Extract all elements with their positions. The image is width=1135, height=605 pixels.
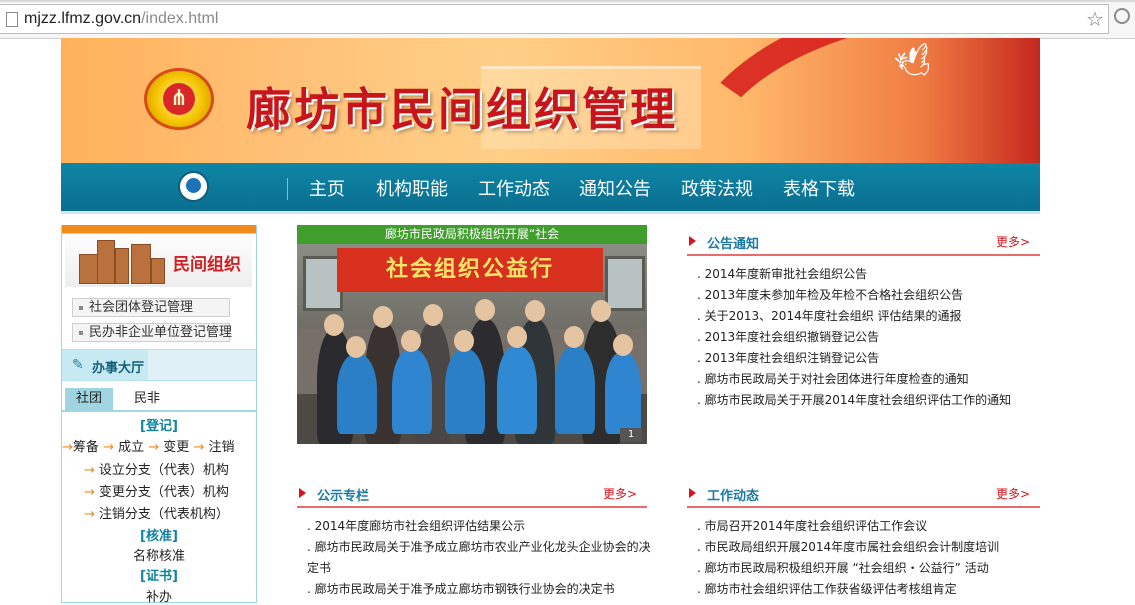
- nav-item-functions[interactable]: 机构职能: [376, 175, 448, 201]
- certificate-reissue-link[interactable]: 补办: [62, 586, 256, 605]
- sidebar-tabs: 社团 民非: [62, 388, 256, 412]
- flow-change-link[interactable]: 变更: [163, 440, 189, 455]
- branch-setup-link[interactable]: → 设立分支（代表）机构: [84, 459, 229, 478]
- address-text[interactable]: mjzz.lfmz.gov.cn/index.html: [24, 10, 218, 28]
- work-item-1[interactable]: . 市局召开2014年度社会组织评估工作会议: [697, 516, 1040, 537]
- photo-banner-sign: 社会组织公益行: [337, 248, 603, 292]
- flow-establish-link[interactable]: 成立: [118, 440, 144, 455]
- url-path: /index.html: [141, 10, 219, 27]
- civil-org-banner[interactable]: 民间组织: [65, 235, 252, 287]
- nav-item-downloads[interactable]: 表格下载: [783, 175, 855, 201]
- section-certificate: [证书]: [140, 569, 178, 584]
- name-approval-link[interactable]: 名称核准: [62, 545, 256, 564]
- private-nonenterprise-reg-button[interactable]: 民办非企业单位登记管理: [72, 323, 233, 342]
- header-banner: 🕊 ⋔ 廊坊市民间组织管理: [61, 38, 1040, 163]
- left-sidebar: 民间组织 社会团体登记管理 民办非企业单位登记管理 ✎ 办事大厅 社团 民非 […: [61, 225, 257, 605]
- branch-cancel-label: 注销分支（代表机构）: [98, 507, 229, 522]
- emblem-logo: ⋔: [144, 68, 214, 130]
- triangle-icon: [299, 488, 306, 498]
- bookmark-star-icon[interactable]: ☆: [1086, 7, 1104, 31]
- nav-item-work-news[interactable]: 工作动态: [478, 175, 550, 201]
- announce-item-4[interactable]: . 2013年度社会组织撤销登记公告: [697, 327, 1040, 348]
- announce-item-5[interactable]: . 2013年度社会组织注销登记公告: [697, 348, 1040, 369]
- work-news-list: . 市局召开2014年度社会组织评估工作会议 . 市民政局组织开展2014年度市…: [697, 516, 1040, 600]
- nav-item-home[interactable]: 主页: [309, 175, 345, 201]
- browser-toolbar: mjzz.lfmz.gov.cn/index.html ☆: [0, 0, 1135, 39]
- triangle-icon: [689, 236, 696, 246]
- nav-separator: [287, 178, 288, 200]
- triangle-icon: [689, 488, 696, 498]
- address-bar[interactable]: mjzz.lfmz.gov.cn/index.html ☆: [0, 4, 1109, 34]
- section-registration: [登记]: [140, 419, 178, 434]
- sidebar-top-bar: [62, 225, 256, 234]
- publicity-title[interactable]: 公示专栏: [317, 485, 369, 504]
- publicity-header: 公示专栏 更多>: [297, 480, 647, 508]
- nav-item-notices[interactable]: 通知公告: [579, 175, 651, 201]
- tab-social-group[interactable]: 社团: [65, 388, 113, 410]
- branch-change-link[interactable]: → 变更分支（代表）机构: [84, 481, 229, 500]
- branch-cancel-link[interactable]: → 注销分支（代表机构）: [84, 503, 229, 522]
- work-news-more-link[interactable]: 更多>: [996, 485, 1030, 502]
- private-nonenterprise-reg-label: 民办非企业单位登记管理: [89, 325, 233, 340]
- buildings-icon: [79, 240, 169, 284]
- announce-list: . 2014年度新审批社会组织公告 . 2013年度未参加年检及年检不合格社会组…: [697, 264, 1040, 411]
- branch-change-label: 变更分支（代表）机构: [98, 485, 229, 500]
- branch-setup-label: 设立分支（代表）机构: [98, 463, 229, 478]
- social-group-reg-label: 社会团体登记管理: [89, 300, 194, 315]
- announce-item-2[interactable]: . 2013年度未参加年检及年检不合格社会组织公告: [697, 285, 1040, 306]
- section-approval: [核准]: [140, 529, 178, 544]
- page-icon: [6, 12, 18, 27]
- flow-cancel-link[interactable]: 注销: [208, 440, 234, 455]
- site-title: 廊坊市民间组织管理: [246, 83, 679, 136]
- social-group-reg-button[interactable]: 社会团体登记管理: [72, 298, 230, 317]
- registration-flow: →筹备 → 成立 → 变更 → 注销: [62, 440, 235, 455]
- announce-title[interactable]: 公告通知: [707, 233, 759, 252]
- service-hall-title: 办事大厅: [92, 361, 145, 376]
- tab-private-nonenterprise[interactable]: 民非: [122, 388, 172, 410]
- publicity-item-3[interactable]: . 廊坊市民政局关于准予成立廊坊市钢铁行业协会的决定书: [307, 579, 653, 600]
- globe-icon[interactable]: [1114, 8, 1130, 24]
- main-nav: 主页 机构职能 工作动态 通知公告 政策法规 表格下载: [61, 163, 1040, 214]
- announce-item-7[interactable]: . 廊坊市民政局关于开展2014年度社会组织评估工作的通知: [697, 390, 1040, 411]
- announce-more-link[interactable]: 更多>: [996, 233, 1030, 250]
- top-line: [0, 0, 1135, 2]
- publicity-item-2[interactable]: . 廊坊市民政局关于准予成立廊坊市农业产业化龙头企业协会的决定书: [307, 537, 653, 579]
- work-item-2[interactable]: . 市民政局组织开展2014年度市属社会组织会计制度培训: [697, 537, 1040, 558]
- photo-pager[interactable]: 1: [620, 428, 642, 442]
- pencil-icon: ✎: [72, 357, 84, 373]
- url-host: mjzz.lfmz.gov.cn: [24, 10, 142, 27]
- flow-prepare-link[interactable]: 筹备: [73, 440, 99, 455]
- service-hall-header: ✎ 办事大厅: [62, 349, 256, 381]
- announce-item-3[interactable]: . 关于2013、2014年度社会组织 评估结果的通报: [697, 306, 1040, 327]
- nav-item-policies[interactable]: 政策法规: [681, 175, 753, 201]
- announce-item-6[interactable]: . 廊坊市民政局关于对社会团体进行年度检查的通知: [697, 369, 1040, 390]
- photo-caption[interactable]: 廊坊市民政局积极组织开展“社会: [297, 225, 647, 244]
- publicity-list: . 2014年度廊坊市社会组织评估结果公示 . 廊坊市民政局关于准予成立廊坊市农…: [307, 516, 653, 600]
- announce-item-1[interactable]: . 2014年度新审批社会组织公告: [697, 264, 1040, 285]
- news-photo[interactable]: 社会组织公益行 1: [297, 244, 647, 444]
- work-item-4[interactable]: . 廊坊市社会组织评估工作获省级评估考核组肯定: [697, 579, 1040, 600]
- publicity-more-link[interactable]: 更多>: [603, 485, 637, 502]
- work-item-3[interactable]: . 廊坊市民政局积极组织开展 “社会组织・公益行” 活动: [697, 558, 1040, 579]
- announce-header: 公告通知 更多>: [687, 228, 1040, 256]
- civil-org-label: 民间组织: [173, 255, 241, 275]
- publicity-item-1[interactable]: . 2014年度廊坊市社会组织评估结果公示: [307, 516, 653, 537]
- nav-emblem-icon: [178, 171, 209, 202]
- work-news-title[interactable]: 工作动态: [707, 485, 759, 504]
- work-news-header: 工作动态 更多>: [687, 480, 1040, 508]
